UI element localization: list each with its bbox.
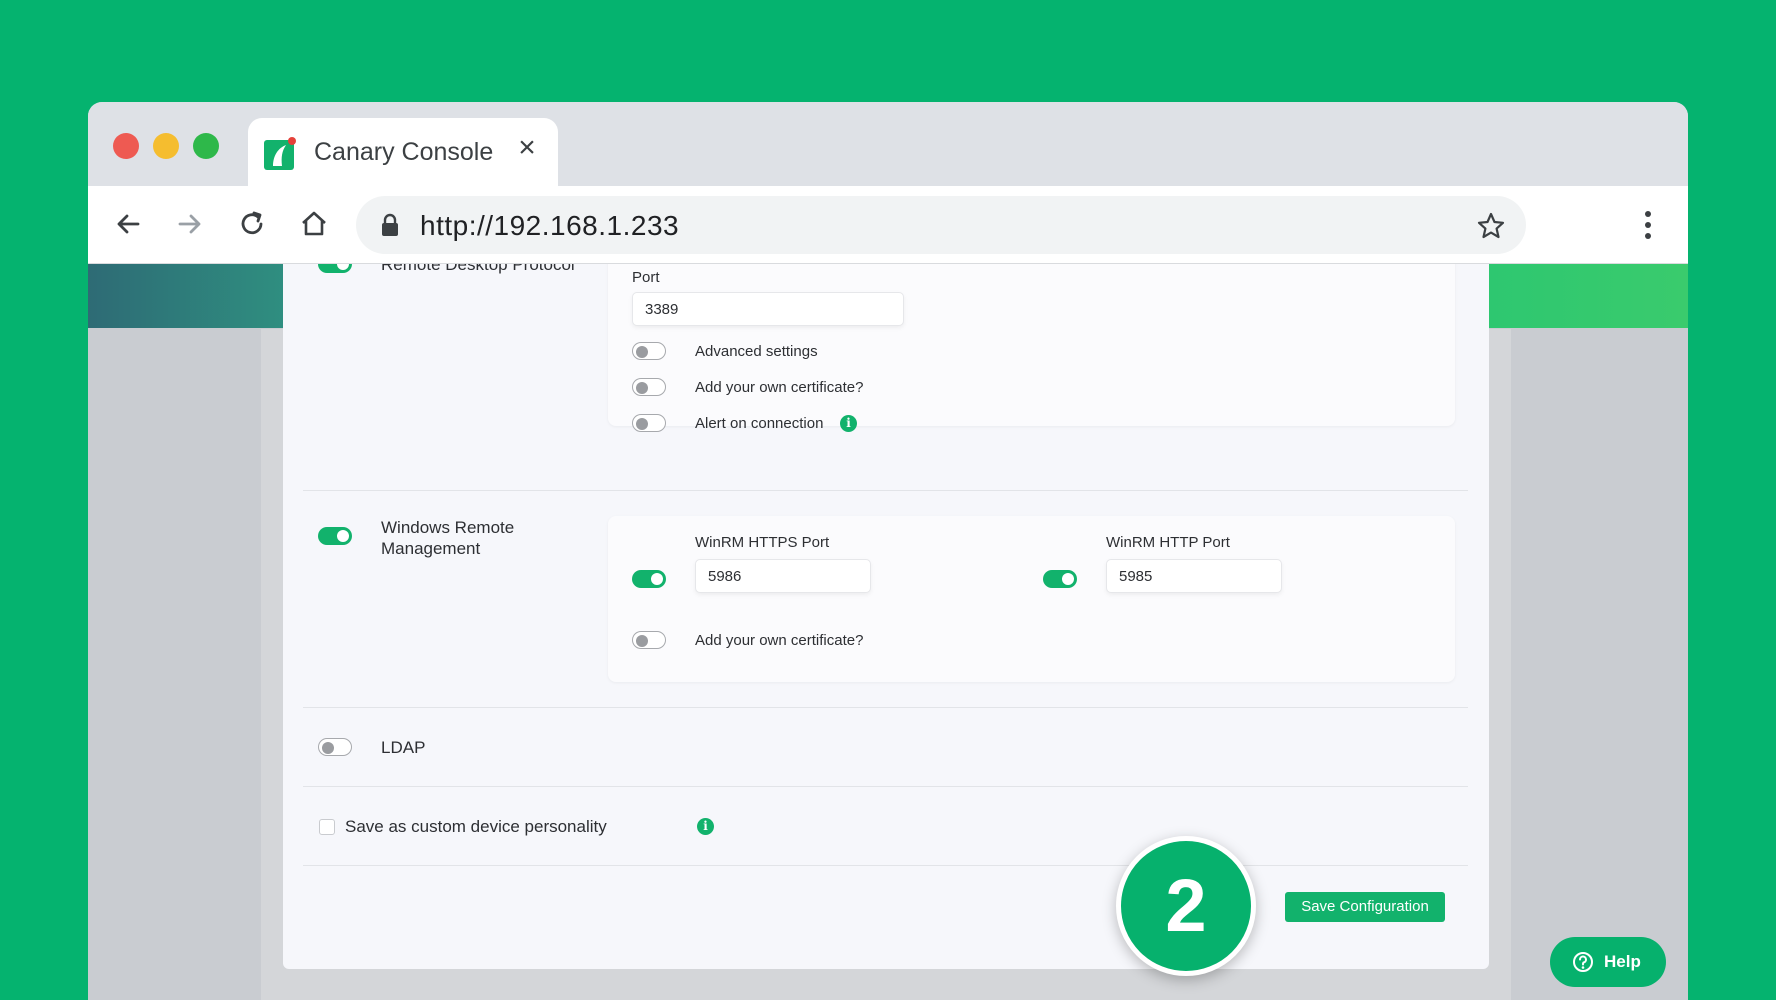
section-divider (303, 865, 1468, 866)
page-viewport: Remote Desktop Protocol Port Advanced se… (88, 264, 1688, 1000)
rdp-advanced-toggle[interactable] (632, 342, 666, 360)
page-header-left (88, 264, 288, 328)
help-question-icon (1573, 952, 1593, 972)
save-configuration-button[interactable]: Save Configuration (1285, 892, 1445, 922)
help-button[interactable]: Help (1550, 937, 1666, 987)
back-icon[interactable] (110, 206, 146, 242)
rdp-alert-info-icon[interactable]: i (840, 415, 857, 432)
rdp-alert-toggle[interactable] (632, 414, 666, 432)
browser-menu-icon[interactable] (1628, 205, 1668, 245)
browser-window: Canary Console × http://192.168.1.233 Re… (88, 102, 1688, 1000)
section-divider (303, 707, 1468, 708)
ldap-toggle[interactable] (318, 738, 352, 756)
canary-logo-icon (264, 137, 296, 170)
reload-icon[interactable] (234, 206, 270, 242)
close-tab-icon[interactable]: × (512, 133, 542, 163)
rdp-port-input[interactable] (632, 292, 904, 326)
browser-tab[interactable]: Canary Console × (248, 118, 558, 190)
ldap-label: LDAP (381, 738, 426, 757)
page-header-right (1488, 264, 1688, 328)
winrm-http-toggle[interactable] (1043, 570, 1077, 588)
winrm-toggle[interactable] (318, 527, 352, 545)
winrm-certificate-toggle[interactable] (632, 631, 666, 649)
url-text[interactable]: http://192.168.1.233 (420, 210, 679, 242)
lock-icon (382, 213, 398, 236)
winrm-https-toggle[interactable] (632, 570, 666, 588)
winrm-certificate-label: Add your own certificate? (695, 632, 864, 649)
section-divider (303, 490, 1468, 491)
rdp-certificate-label: Add your own certificate? (695, 379, 864, 396)
browser-toolbar: http://192.168.1.233 (88, 186, 1688, 264)
address-bar[interactable]: http://192.168.1.233 (356, 196, 1526, 254)
home-icon[interactable] (296, 206, 332, 242)
tab-bar: Canary Console × (88, 102, 1688, 190)
winrm-https-port-input[interactable] (695, 559, 871, 593)
custom-personality-label: Save as custom device personality (345, 817, 607, 836)
maximize-window-button[interactable] (193, 133, 219, 159)
section-divider (303, 786, 1468, 787)
winrm-http-port-label: WinRM HTTP Port (1106, 534, 1230, 551)
winrm-label: Windows Remote Management (381, 518, 515, 558)
forward-icon[interactable] (172, 206, 208, 242)
personality-info-icon[interactable]: i (697, 818, 714, 835)
help-label: Help (1604, 952, 1641, 971)
bookmark-star-icon[interactable] (1476, 211, 1506, 241)
winrm-http-port-input[interactable] (1106, 559, 1282, 593)
winrm-settings-card: WinRM HTTPS Port WinRM HTTP Port Add you… (608, 516, 1455, 682)
close-window-button[interactable] (113, 133, 139, 159)
step-number-badge: 2 (1116, 836, 1256, 976)
winrm-https-port-label: WinRM HTTPS Port (695, 534, 830, 551)
minimize-window-button[interactable] (153, 133, 179, 159)
rdp-alert-label: Alert on connection (695, 415, 824, 432)
rdp-certificate-toggle[interactable] (632, 378, 666, 396)
services-panel: Remote Desktop Protocol Port Advanced se… (283, 264, 1489, 969)
rdp-label: Remote Desktop Protocol (381, 264, 575, 274)
rdp-port-label: Port (632, 269, 660, 286)
rdp-advanced-label: Advanced settings (695, 343, 818, 360)
rdp-settings-card: Port Advanced settings Add your own cert… (608, 264, 1455, 432)
rdp-toggle[interactable] (318, 264, 352, 273)
custom-personality-checkbox[interactable] (319, 819, 335, 835)
tab-title: Canary Console (314, 138, 494, 166)
